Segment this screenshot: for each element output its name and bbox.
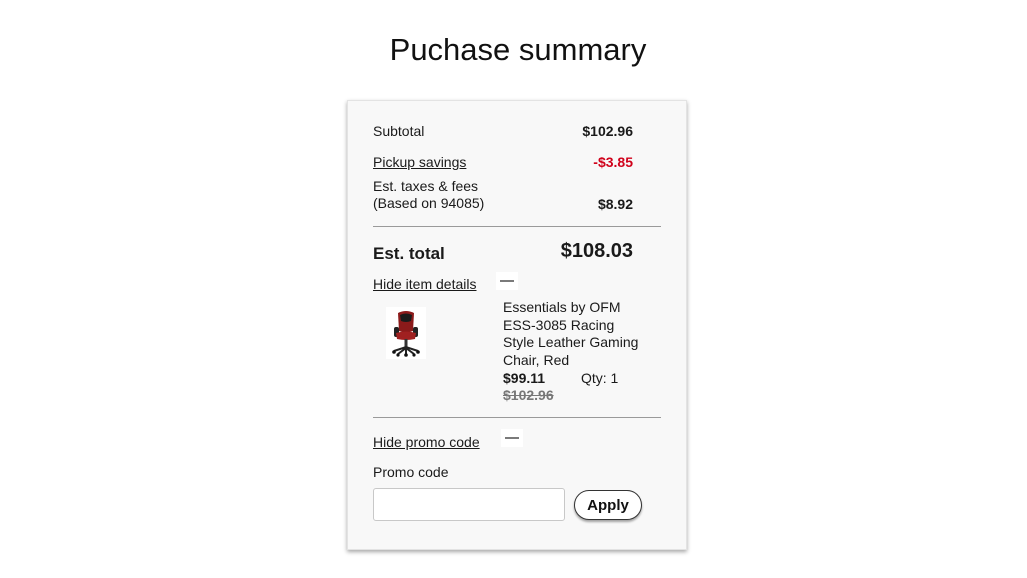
total-row: Est. total $108.03 xyxy=(373,240,633,266)
page-title: Puchase summary xyxy=(389,32,647,67)
taxes-row: Est. taxes & fees (Based on 94085) $8.92 xyxy=(373,178,633,214)
savings-value: -$3.85 xyxy=(593,154,633,170)
taxes-label: Est. taxes & fees (Based on 94085) xyxy=(373,178,484,212)
subtotal-value: $102.96 xyxy=(582,123,633,139)
hide-item-details-link[interactable]: Hide item details xyxy=(373,276,477,292)
item-details-toggle-button[interactable] xyxy=(496,272,518,290)
total-label: Est. total xyxy=(373,244,445,263)
total-value: $108.03 xyxy=(560,240,633,262)
subtotal-row: Subtotal $102.96 xyxy=(373,123,633,143)
product-original-price: $102.96 xyxy=(503,387,554,403)
summary-divider xyxy=(373,226,661,227)
savings-row: Pickup savings -$3.85 xyxy=(373,154,633,174)
minus-icon xyxy=(500,280,514,282)
subtotal-label: Subtotal xyxy=(373,123,425,139)
hide-promo-code-link[interactable]: Hide promo code xyxy=(373,434,480,450)
product-qty: Qty: 1 xyxy=(581,370,619,386)
apply-button[interactable]: Apply xyxy=(574,490,642,520)
taxes-value: $8.92 xyxy=(597,196,633,212)
promo-code-input[interactable] xyxy=(373,488,565,521)
taxes-label-line1: Est. taxes & fees xyxy=(373,178,479,194)
minus-icon xyxy=(505,437,519,439)
product-price: $99.11 xyxy=(503,370,546,386)
product-thumbnail xyxy=(386,307,426,359)
gaming-chair-icon xyxy=(392,311,420,357)
item-divider xyxy=(373,417,661,418)
purchase-summary-card: Subtotal $102.96 Pickup savings -$3.85 E… xyxy=(347,100,687,550)
pickup-savings-link[interactable]: Pickup savings xyxy=(373,154,466,170)
promo-code-label: Promo code xyxy=(373,464,449,480)
taxes-label-line2: (Based on 94085) xyxy=(373,195,485,211)
product-name: Essentials by OFM ESS-3085 Racing Style … xyxy=(503,299,639,368)
promo-toggle-button[interactable] xyxy=(501,429,523,447)
